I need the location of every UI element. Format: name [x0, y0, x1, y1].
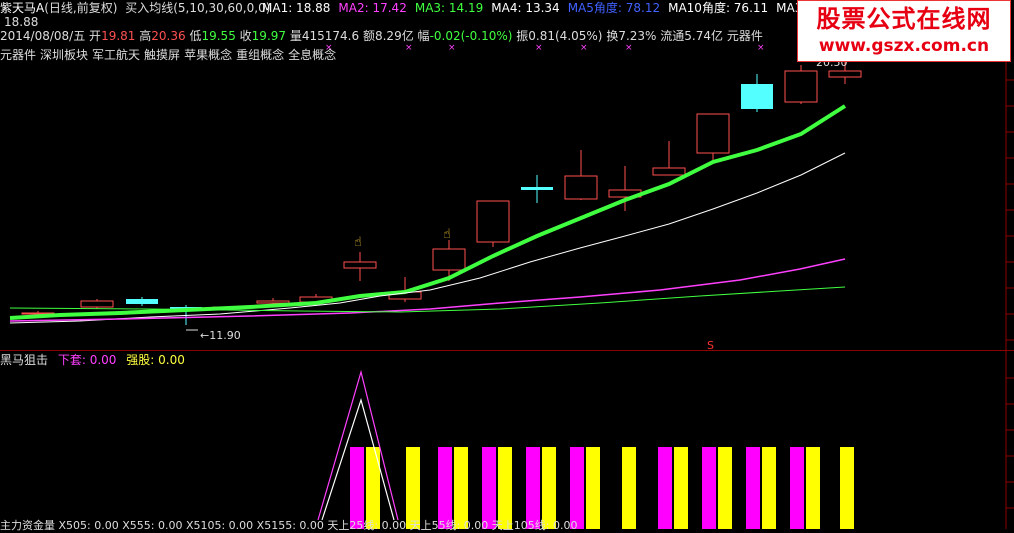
- yellow-bar: [454, 447, 468, 529]
- magenta-bar: [790, 447, 804, 529]
- yellow-bar: [622, 447, 636, 529]
- hand-signal-icon: ☝: [443, 227, 451, 242]
- top-marker: ×: [535, 43, 543, 53]
- magenta-bar: [526, 447, 540, 529]
- candle-body: [432, 248, 466, 271]
- concept-tag[interactable]: 元器件: [0, 48, 36, 62]
- magenta-bar: [702, 447, 716, 529]
- ma-values: MA1: 18.88 MA2: 17.42 MA3: 14.19 MA4: 13.34…: [262, 1, 884, 15]
- pane-separator: [0, 350, 1014, 351]
- magenta-bar: [746, 447, 760, 529]
- concept-tag[interactable]: 重组概念: [236, 48, 284, 62]
- yellow-bar: [806, 447, 820, 529]
- yellow-bar: [762, 447, 776, 529]
- candle-body: [828, 70, 862, 78]
- candle-body: [521, 187, 553, 190]
- ma-item: MA4: 13.34: [491, 1, 560, 15]
- ma-item: MA1: 18.88: [262, 1, 331, 15]
- top-marker: ×: [448, 43, 456, 53]
- price-level: 18.88: [4, 15, 39, 29]
- bottom-indicator-bar: 主力资金量 X505: 0.00 X555: 0.00 X5105: 0.00 …: [0, 519, 578, 532]
- candle-body: [126, 299, 158, 304]
- yellow-bar: [840, 447, 854, 529]
- yellow-bar: [718, 447, 732, 529]
- ma-item: MA3: 14.19: [414, 1, 484, 15]
- candle-body: [784, 70, 818, 103]
- top-marker: ×: [757, 43, 765, 53]
- ma-item: MA5角度: 78.12: [567, 1, 661, 15]
- stock-title: 紫天马A(日线,前复权) 买入均线(5,10,30,60,0,0): [0, 1, 271, 15]
- magenta-bar: [438, 447, 452, 529]
- ma-item: MA10角度: 76.11: [668, 1, 769, 15]
- quote-bar: 2014/08/08/五 开19.81 高20.36 低19.55 收19.97…: [0, 29, 763, 43]
- yellow-bar: [498, 447, 512, 529]
- ma-item: MA2: 17.42: [338, 1, 407, 15]
- concept-tag[interactable]: 全息概念: [288, 48, 336, 62]
- yellow-bar: [406, 447, 420, 529]
- yellow-bar: [586, 447, 600, 529]
- ma5-line: [9, 152, 846, 324]
- hand-signal-icon: ☝: [354, 235, 362, 250]
- magenta-bar: [350, 447, 364, 529]
- candle-body: [256, 300, 290, 304]
- low-mark: ←11.90: [200, 329, 241, 342]
- yellow-bar: [542, 447, 556, 529]
- candle-body: [80, 300, 114, 308]
- concept-tags: 元器件 深圳板块 军工航天 触摸屏 苹果概念 重组概念 全息概念: [0, 48, 340, 62]
- yellow-bar: [674, 447, 688, 529]
- candle-body: [343, 261, 377, 269]
- concept-tag[interactable]: 触摸屏: [144, 48, 180, 62]
- concept-tag[interactable]: 军工航天: [92, 48, 140, 62]
- magenta-bar: [570, 447, 584, 529]
- concept-tag[interactable]: 深圳板块: [40, 48, 88, 62]
- price-chart[interactable]: × × × × × × ×☝☝20.50←11.90S: [0, 0, 1014, 529]
- candle-body: [564, 175, 598, 200]
- concept-tag[interactable]: 苹果概念: [184, 48, 232, 62]
- top-marker: ×: [405, 43, 413, 53]
- magenta-bar: [482, 447, 496, 529]
- candle-body: [476, 200, 510, 243]
- candle-body: [652, 167, 686, 176]
- candle-body: [696, 113, 730, 154]
- watermark-logo: 股票公式在线网 www.gszx.com.cn: [797, 0, 1011, 62]
- candle-body: [741, 84, 773, 109]
- top-marker: ×: [625, 43, 633, 53]
- top-marker: ×: [580, 43, 588, 53]
- sub-indicator-header: 黑马狙击 下套: 0.00 强股: 0.00: [0, 353, 185, 367]
- magenta-bar: [658, 447, 672, 529]
